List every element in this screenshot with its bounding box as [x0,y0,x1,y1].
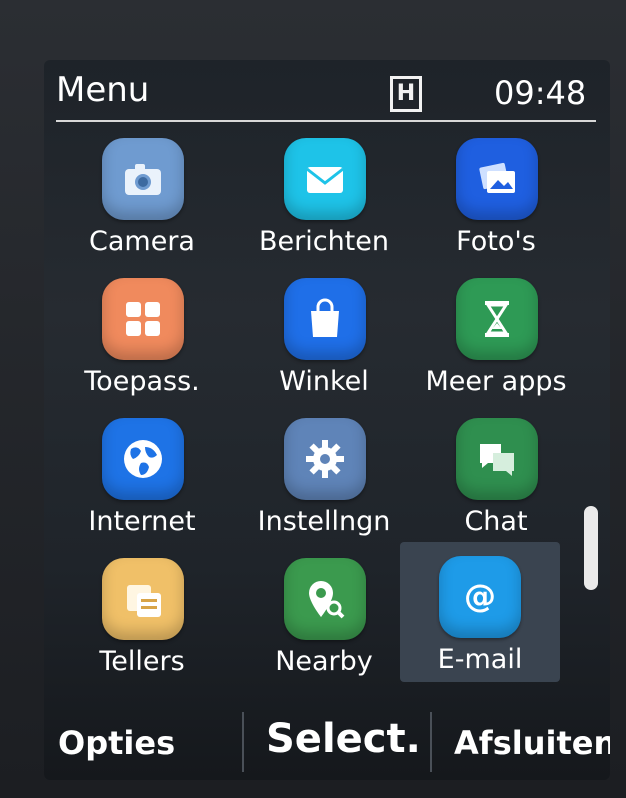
app-label: Internet [88,506,196,537]
app-fotos[interactable]: Foto's [416,130,576,266]
app-nearby[interactable]: Nearby [244,550,404,686]
hourglass-icon [456,278,538,360]
app-toepass[interactable]: Toepass. [62,270,222,406]
status-bar: Menu H 09:48 [44,60,610,122]
softkey-divider [242,712,244,772]
app-winkel[interactable]: Winkel [244,270,404,406]
svg-text:@: @ [464,577,496,615]
scrollbar-thumb[interactable] [584,506,598,590]
app-label: Meer apps [425,366,567,397]
app-tellers[interactable]: Tellers [62,550,222,686]
app-label: Chat [464,506,528,537]
menu-title: Menu [56,70,150,110]
app-label: Nearby [275,646,373,677]
exit-softkey[interactable]: Afsluiten [454,724,610,762]
phone-screen: Menu H 09:48 Camera Berichten Foto's Toe… [44,60,610,780]
app-label: Berichten [258,226,389,257]
counters-icon [102,558,184,640]
softkey-bar: Opties Select. Afsluiten [44,704,610,780]
photos-icon [456,138,538,220]
app-label: Instellngn [257,506,391,537]
at-sign-icon: @ [439,556,521,638]
app-berichten[interactable]: Berichten [244,130,404,266]
app-email[interactable]: @ E-mail [400,542,560,682]
app-internet[interactable]: Internet [62,410,222,546]
phone-bezel: Menu H 09:48 Camera Berichten Foto's Toe… [0,0,626,798]
app-meer-apps[interactable]: Meer apps [416,270,576,406]
globe-icon [102,418,184,500]
app-label: Tellers [99,646,185,677]
app-label: E-mail [437,644,523,675]
options-softkey[interactable]: Opties [58,724,175,762]
location-search-icon [284,558,366,640]
chat-icon [456,418,538,500]
select-softkey[interactable]: Select. [266,716,421,762]
shopping-bag-icon [284,278,366,360]
app-camera[interactable]: Camera [62,130,222,266]
camera-icon [102,138,184,220]
network-h-icon: H [390,76,422,112]
app-chat[interactable]: Chat [416,410,576,546]
envelope-icon [284,138,366,220]
header-divider [56,120,596,122]
app-label: Winkel [279,366,369,397]
clock: 09:48 [494,74,587,112]
app-label: Toepass. [84,366,200,397]
app-label: Camera [89,226,195,257]
app-grid: Camera Berichten Foto's Toepass. Winkel … [44,130,610,690]
apps-grid-icon [102,278,184,360]
app-label: Foto's [456,226,536,257]
app-instellingen[interactable]: Instellngn [244,410,404,546]
softkey-divider [430,712,432,772]
gear-icon [284,418,366,500]
